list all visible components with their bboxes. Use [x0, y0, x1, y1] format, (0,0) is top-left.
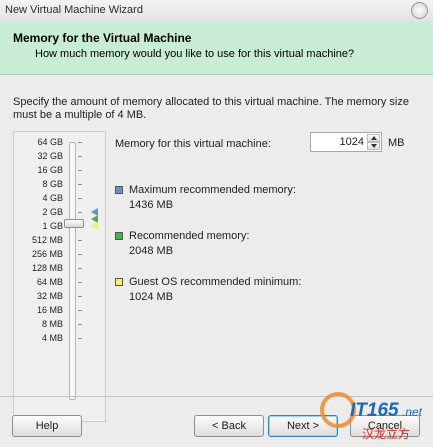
slider-tick	[78, 170, 82, 171]
wizard-content: Specify the amount of memory allocated t…	[0, 75, 433, 422]
slider-tick	[78, 254, 82, 255]
watermark-brand: IT165	[350, 400, 399, 421]
max-recommended-swatch	[115, 186, 123, 194]
watermark-suffix: .net	[402, 405, 423, 419]
guest-min-label: Guest OS recommended minimum:	[129, 276, 302, 288]
memory-spinner[interactable]	[367, 134, 380, 150]
slider-thumb[interactable]	[64, 219, 84, 228]
slider-tick-label: 4 MB	[41, 333, 63, 343]
slider-tick-label: 32 MB	[36, 291, 63, 301]
slider-tick-label: 8 MB	[41, 319, 63, 329]
page-subtitle: How much memory would you like to use fo…	[35, 48, 355, 60]
recommended-swatch	[115, 232, 123, 240]
spin-down-button[interactable]	[367, 142, 380, 150]
slider-tick	[78, 156, 82, 157]
wizard-header: Memory for the Virtual Machine How much …	[0, 22, 433, 75]
title-bar: New Virtual Machine Wizard	[0, 0, 433, 22]
guest-min-value: 1024 MB	[129, 291, 174, 303]
slider-tick	[78, 268, 82, 269]
slider-tick	[78, 296, 82, 297]
window-title: New Virtual Machine Wizard	[5, 4, 143, 16]
close-button[interactable]	[411, 2, 428, 19]
slider-tick	[78, 212, 82, 213]
spin-up-button[interactable]	[367, 134, 380, 142]
slider-tick-label: 16 MB	[36, 305, 63, 315]
slider-tick-label: 1 GB	[42, 221, 63, 231]
recommended-label: Recommended memory:	[129, 230, 250, 242]
slider-tick-label: 2 GB	[42, 207, 63, 217]
page-title: Memory for the Virtual Machine	[13, 31, 192, 45]
max-recommended-value: 1436 MB	[129, 199, 174, 211]
memory-unit-label: MB	[388, 137, 405, 149]
slider-tick	[78, 198, 82, 199]
slider-tick	[78, 282, 82, 283]
help-button[interactable]: Help	[12, 415, 82, 437]
slider-tick-label: 16 GB	[37, 165, 63, 175]
slider-tick-label: 128 MB	[31, 263, 63, 273]
slider-tick-label: 8 GB	[42, 179, 63, 189]
slider-tick	[78, 338, 82, 339]
it165-watermark: IT165 .net 汉龙立方	[320, 392, 423, 441]
slider-tick	[78, 240, 82, 241]
memory-input[interactable]: 1024	[310, 132, 382, 152]
max-recommended-label: Maximum recommended memory:	[129, 184, 296, 196]
guest-min-swatch	[115, 278, 123, 286]
memory-input-value[interactable]: 1024	[340, 136, 364, 148]
slider-tick	[78, 142, 82, 143]
description-text: Specify the amount of memory allocated t…	[13, 96, 409, 121]
watermark-tagline: 汉龙立方	[362, 426, 410, 441]
slider-tick-label: 64 MB	[36, 277, 63, 287]
guest-min-marker	[91, 222, 98, 230]
back-button[interactable]: < Back	[194, 415, 264, 437]
slider-tick	[78, 324, 82, 325]
slider-tick-label: 512 MB	[31, 235, 63, 245]
slider-tick-label: 4 GB	[42, 193, 63, 203]
slider-tick-label: 32 GB	[37, 151, 63, 161]
slider-tick	[78, 184, 82, 185]
memory-slider-panel: 64 GB 32 GB 16 GB 8 GB 4 GB 2 GB 1 GB 51…	[13, 131, 106, 422]
memory-field-label: Memory for this virtual machine:	[115, 138, 271, 150]
slider-track[interactable]	[69, 142, 76, 400]
slider-tick	[78, 310, 82, 311]
recommended-value: 2048 MB	[129, 245, 174, 257]
slider-tick-label: 256 MB	[31, 249, 63, 259]
slider-tick-label: 64 GB	[37, 137, 63, 147]
